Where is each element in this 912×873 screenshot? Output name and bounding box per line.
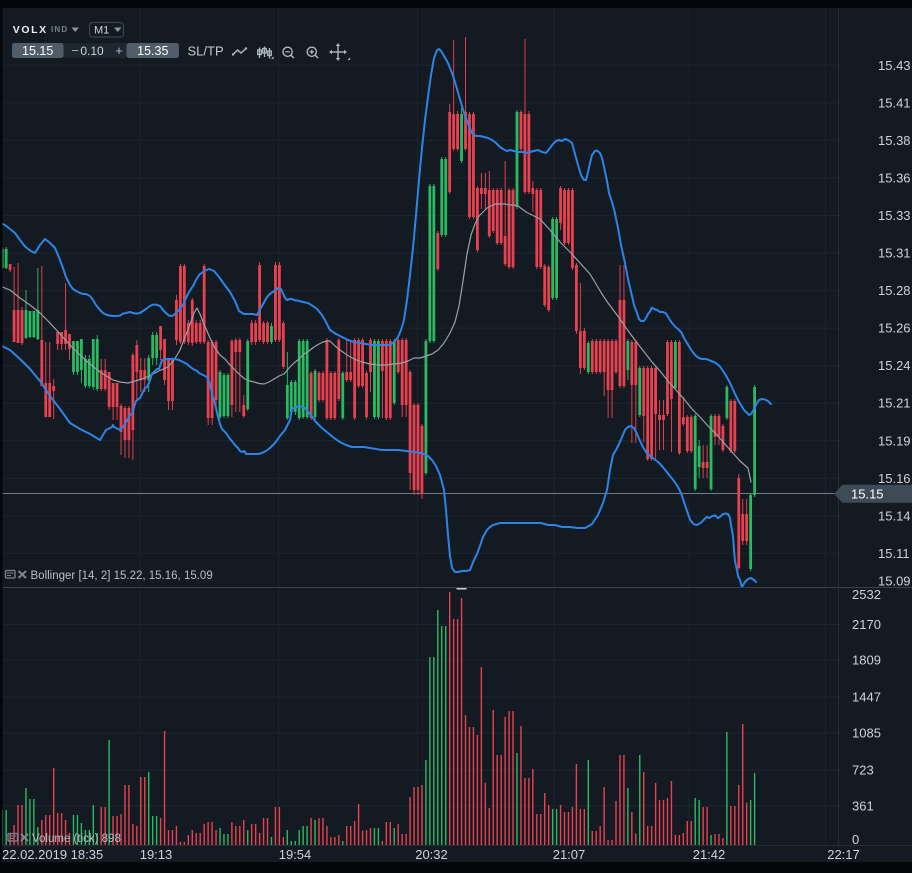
svg-text:SL/TP: SL/TP — [188, 44, 224, 59]
svg-text:15.33: 15.33 — [878, 208, 911, 223]
svg-text:361: 361 — [852, 799, 874, 814]
svg-text:15.28: 15.28 — [878, 283, 911, 298]
svg-text:15.09: 15.09 — [878, 574, 911, 589]
svg-text:1085: 1085 — [852, 726, 881, 741]
svg-text:1447: 1447 — [852, 690, 881, 705]
svg-text:15.41: 15.41 — [878, 95, 911, 110]
svg-text:15.16: 15.16 — [878, 471, 911, 486]
svg-text:IND: IND — [51, 25, 68, 34]
svg-text:20:32: 20:32 — [415, 847, 448, 862]
svg-text:2532: 2532 — [852, 587, 881, 602]
svg-text:723: 723 — [852, 763, 874, 778]
svg-text:15.21: 15.21 — [878, 396, 911, 411]
svg-text:+: + — [115, 43, 123, 58]
svg-text:15.31: 15.31 — [878, 246, 911, 261]
svg-text:15.26: 15.26 — [878, 321, 911, 336]
svg-text:1809: 1809 — [852, 653, 881, 668]
svg-text:19:54: 19:54 — [279, 847, 312, 862]
svg-text:15.15: 15.15 — [851, 487, 884, 502]
svg-text:15.43: 15.43 — [878, 58, 911, 73]
svg-text:2170: 2170 — [852, 617, 881, 632]
svg-text:21:42: 21:42 — [693, 847, 726, 862]
svg-text:15.35: 15.35 — [137, 44, 168, 58]
svg-text:Volume (tick) 898: Volume (tick) 898 — [32, 833, 121, 845]
svg-text:0: 0 — [852, 832, 859, 847]
svg-text:15.36: 15.36 — [878, 170, 911, 185]
svg-text:15.24: 15.24 — [878, 358, 911, 373]
svg-text:22:17: 22:17 — [827, 847, 860, 862]
svg-text:15.15: 15.15 — [22, 44, 53, 58]
svg-text:15.11: 15.11 — [878, 546, 910, 561]
svg-text:15.14: 15.14 — [878, 508, 911, 523]
svg-text:−: − — [71, 43, 79, 58]
svg-text:19:13: 19:13 — [140, 847, 173, 862]
svg-text:21:07: 21:07 — [553, 847, 586, 862]
svg-text:M1: M1 — [94, 25, 109, 37]
svg-text:22.02.2019 18:35: 22.02.2019 18:35 — [2, 847, 103, 862]
svg-text:VOLX: VOLX — [13, 24, 48, 36]
svg-text:0.10: 0.10 — [80, 44, 104, 58]
svg-text:15.38: 15.38 — [878, 133, 911, 148]
svg-text:Bollinger [14, 2] 15.22, 15.16: Bollinger [14, 2] 15.22, 15.16, 15.09 — [31, 570, 213, 582]
svg-text:15.19: 15.19 — [878, 433, 911, 448]
